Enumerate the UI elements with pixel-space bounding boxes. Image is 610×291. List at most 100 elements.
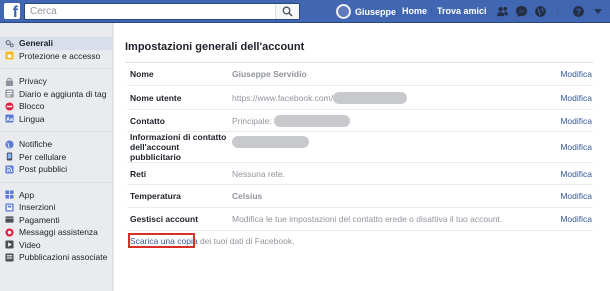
phone-icon [6, 152, 13, 161]
setting-label: Gestisci account [130, 214, 199, 224]
setting-value: Nessuna rete. [232, 168, 285, 179]
sidebar-item-label: Post pubblici [19, 164, 68, 175]
sidebar-item-inserzioni[interactable]: Inserzioni [0, 201, 112, 214]
setting-row-networks[interactable]: Reti Nessuna rete. Modifica [127, 163, 593, 185]
sidebar-item-label: App [19, 189, 35, 200]
setting-label: Informazioni di contatto dell'account pu… [130, 132, 227, 162]
setting-label: Reti [130, 168, 147, 179]
sidebar-item-lingua[interactable]: Aa Lingua [0, 113, 112, 126]
sidebar-item-video[interactable]: Video [0, 239, 112, 252]
sidebar-item-blocco[interactable]: Blocco [0, 100, 112, 113]
setting-value: https://www.facebook.com/ [232, 91, 553, 104]
messenger-icon[interactable] [515, 5, 528, 18]
video-icon [5, 240, 14, 249]
sidebar-item-label: Inserzioni [19, 202, 56, 213]
sidebar-item-pubblicazioni[interactable]: Pubblicazioni associate [0, 251, 112, 264]
setting-value: Principale: [232, 114, 553, 127]
sidebar-item-label: Blocco [19, 101, 45, 112]
friend-requests-icon[interactable] [496, 5, 509, 18]
sidebar-item-label: Per cellulare [19, 151, 67, 162]
username-url: https://www.facebook.com/ [232, 92, 334, 103]
sidebar-item-label: Protezione e accesso [19, 50, 101, 61]
sidebar-item-post-pubblici[interactable]: Post pubblici [0, 163, 112, 176]
block-icon [5, 102, 14, 111]
profile-link[interactable]: Giuseppe [336, 3, 396, 20]
setting-row-manage-account[interactable]: Gestisci account Modifica le tue imposta… [127, 208, 593, 231]
search-box [24, 3, 300, 20]
ads-icon [5, 203, 14, 212]
edit-ad-contact-link[interactable]: Modifica [553, 142, 593, 152]
nav-divider [431, 6, 432, 17]
sidebar-item-label: Notifiche [19, 139, 53, 150]
edit-name-link[interactable]: Modifica [553, 69, 593, 79]
settings-table: Nome Giuseppe Servidio Modifica Nome ute… [127, 63, 593, 231]
sidebar-item-protezione[interactable]: Protezione e accesso [0, 50, 112, 63]
sidebar-item-pagamenti[interactable]: Pagamenti [0, 214, 112, 227]
account-menu-chevron-down-icon[interactable] [594, 9, 602, 14]
sidebar-item-privacy[interactable]: Privacy [0, 75, 112, 88]
setting-label: Nome utente [130, 92, 182, 103]
svg-text:Aa: Aa [6, 117, 14, 123]
edit-username-link[interactable]: Modifica [553, 93, 593, 103]
sidebar-item-label: Generali [19, 38, 54, 49]
timeline-icon [5, 89, 14, 98]
globe-notifications-icon[interactable] [534, 5, 547, 18]
sidebar-item-notifiche[interactable]: Notifiche [0, 138, 112, 151]
setting-value [232, 132, 553, 148]
sidebar-item-label: Pubblicazioni associate [19, 252, 108, 263]
search-icon [282, 6, 293, 17]
page-title: Impostazioni generali dell'account [125, 41, 305, 53]
edit-contact-link[interactable]: Modifica [553, 116, 593, 126]
top-bar: f Giuseppe Home Trova amici ? [0, 0, 610, 23]
setting-row-name[interactable]: Nome Giuseppe Servidio Modifica [127, 63, 593, 86]
redacted-username [333, 91, 408, 104]
avatar [336, 4, 351, 19]
setting-row-ad-contact[interactable]: Informazioni di contatto dell'account pu… [127, 132, 593, 163]
home-link[interactable]: Home [402, 6, 427, 16]
sidebar-item-app[interactable]: App [0, 189, 112, 202]
sidebar-item-label: Video [19, 239, 41, 250]
edit-networks-link[interactable]: Modifica [553, 169, 593, 179]
sidebar-group: App Inserzioni Pagamenti Messaggi assist… [0, 183, 112, 270]
redacted-ad-contact [232, 136, 309, 148]
setting-label: Nome [130, 69, 154, 79]
search-button[interactable] [275, 4, 299, 19]
support-icon [5, 228, 14, 237]
publications-icon [5, 253, 14, 262]
globe-icon [5, 140, 14, 149]
sidebar-item-cellulare[interactable]: Per cellulare [0, 151, 112, 164]
apps-icon [5, 190, 14, 199]
settings-sidebar: Generali Protezione e accesso Privacy Di… [0, 23, 113, 291]
rss-icon [5, 165, 14, 174]
setting-value: Giuseppe Servidio [232, 69, 307, 79]
sidebar-item-generali[interactable]: Generali [0, 37, 112, 50]
sidebar-group: Generali Protezione e accesso [0, 23, 112, 69]
edit-temperature-link[interactable]: Modifica [553, 191, 593, 201]
setting-value: Celsius [232, 191, 263, 201]
search-input[interactable] [30, 4, 270, 19]
setting-row-temperature[interactable]: Temperatura Celsius Modifica [127, 185, 593, 208]
sidebar-item-label: Lingua [19, 113, 45, 124]
sidebar-item-label: Diario e aggiunta di tag [19, 88, 107, 99]
setting-row-contact[interactable]: Contatto Principale: Modifica [127, 110, 593, 132]
shield-icon [5, 51, 14, 60]
facebook-logo-icon[interactable]: f [4, 3, 20, 21]
sidebar-group: Notifiche Per cellulare Post pubblici [0, 132, 112, 183]
profile-name: Giuseppe [355, 6, 397, 17]
contact-primary-label: Principale: [232, 115, 272, 126]
help-icon[interactable]: ? [572, 5, 585, 18]
language-icon: Aa [5, 114, 14, 123]
sidebar-item-messaggi-assistenza[interactable]: Messaggi assistenza [0, 226, 112, 239]
sidebar-item-diario[interactable]: Diario e aggiunta di tag [0, 88, 112, 101]
download-suffix: dei tuoi dati di Facebook. [197, 236, 295, 246]
sidebar-item-label: Pagamenti [19, 214, 60, 225]
highlight-annotation [128, 233, 195, 248]
gear-icon [5, 39, 14, 47]
find-friends-link[interactable]: Trova amici [437, 6, 487, 16]
sidebar-item-label: Messaggi assistenza [19, 227, 98, 238]
setting-label: Contatto [130, 115, 165, 126]
settings-panel: Impostazioni generali dell'account Nome … [114, 23, 610, 291]
edit-manage-account-link[interactable]: Modifica [553, 214, 593, 224]
setting-row-username[interactable]: Nome utente https://www.facebook.com/ Mo… [127, 86, 593, 110]
payments-icon [5, 216, 14, 223]
